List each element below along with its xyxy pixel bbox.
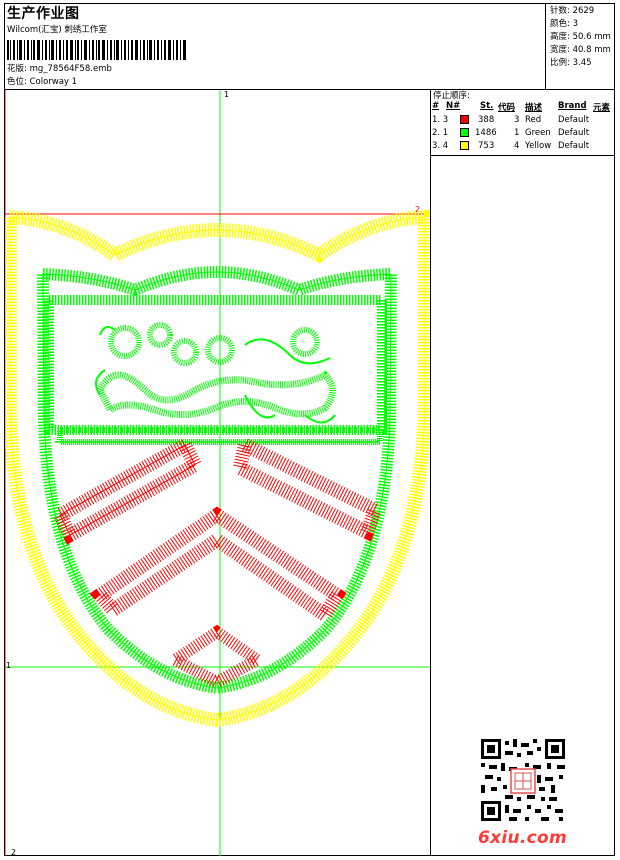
- stop-row: 1. 3 388 3 Red Default: [432, 115, 590, 125]
- pattern-label: 花版:: [7, 64, 27, 74]
- stat-scale: 比例: 3.45: [550, 58, 592, 68]
- stat-width: 宽度: 40.8 mm: [550, 45, 611, 55]
- col-desc-header: 描述: [525, 103, 543, 113]
- stop-sequence-title: 停止顺序:: [433, 91, 470, 101]
- design-canvas: 1 2 1 2: [5, 90, 430, 856]
- col-index-header: #: [432, 101, 440, 111]
- col-element-header: 元素: [593, 103, 611, 113]
- qr-code: [481, 739, 565, 821]
- stat-colors: 颜色: 3: [550, 19, 578, 29]
- guide-label-left: 1: [6, 661, 11, 670]
- embroidery-design: 1 2 1 2: [5, 90, 430, 856]
- sheet-title: 生产作业图: [7, 6, 80, 22]
- dragon-motif: [95, 322, 336, 424]
- color-swatch: [460, 141, 469, 150]
- sheet-header: 生产作业图 Wilcom(汇宝) 刺绣工作室 花版: mg_78564F58.e…: [4, 3, 615, 90]
- stop-row: 2. 1 1486 1 Green Default: [432, 128, 590, 138]
- guide-label-top: 1: [224, 90, 229, 99]
- col-brand-header: Brand: [558, 101, 587, 111]
- red-chevrons: [50, 434, 384, 689]
- barcode: [7, 40, 186, 60]
- company-name: Wilcom(汇宝) 刺绣工作室: [7, 25, 107, 35]
- stat-height: 高度: 50.6 mm: [550, 32, 611, 42]
- pattern-file: mg_78564F58.emb: [29, 64, 112, 74]
- color-swatch: [460, 128, 469, 137]
- stats-panel: 针数: 2629 颜色: 3 高度: 50.6 mm 宽度: 40.8 mm 比…: [545, 3, 615, 89]
- col-stitches-header: St.: [480, 101, 494, 111]
- watermark-site: 6xiu.com: [478, 828, 568, 848]
- stop-sequence-panel: 停止顺序: # N# St. 代码 描述 Brand 元素 1. 3 388 3…: [430, 90, 615, 156]
- col-code-header: 代码: [498, 103, 516, 113]
- color-swatch: [460, 115, 469, 124]
- stop-row: 3. 4 753 4 Yellow Default: [432, 141, 590, 151]
- colorway-label: 色位:: [7, 77, 27, 87]
- col-needle-header: N#: [446, 101, 461, 111]
- colorway-line: 色位: Colorway 1: [7, 75, 77, 87]
- guide-label-bottom: 2: [11, 848, 16, 856]
- stat-stitches: 针数: 2629: [550, 6, 595, 16]
- colorway-value: Colorway 1: [29, 77, 78, 87]
- pattern-line: 花版: mg_78564F58.emb: [7, 62, 112, 74]
- yellow-border: [5, 209, 430, 728]
